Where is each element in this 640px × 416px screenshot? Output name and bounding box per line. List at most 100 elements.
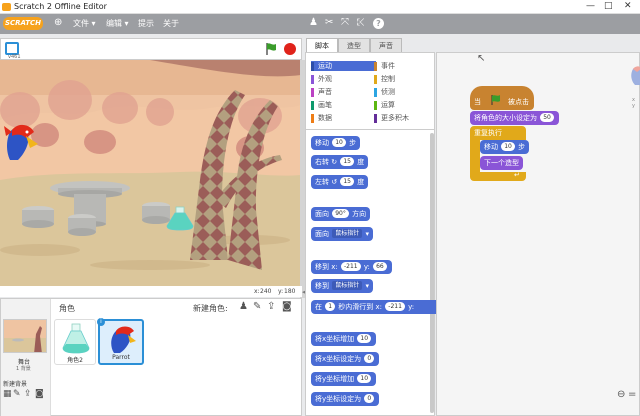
close-button[interactable]: ✕ <box>624 1 632 11</box>
block-input[interactable]: 66 <box>373 262 387 271</box>
grow-icon[interactable]: ⤧ <box>341 17 349 28</box>
palette-scrollbar[interactable] <box>430 133 434 413</box>
app-icon <box>2 3 11 11</box>
block-input[interactable]: 10 <box>332 138 346 147</box>
category-operators[interactable]: 运算 <box>374 100 395 110</box>
block-input[interactable]: -211 <box>340 262 361 271</box>
stage-info-bar: x: 240 y: 180 <box>0 286 302 297</box>
block-input[interactable]: 10 <box>357 374 372 383</box>
maximize-button[interactable]: □ <box>604 1 613 11</box>
hat-text: 当 <box>474 98 481 106</box>
block-input[interactable]: 0 <box>364 394 375 403</box>
y-label: y: <box>278 288 284 295</box>
block-point-direction[interactable]: 面向 90° 方向 <box>311 207 371 221</box>
window-title: Scratch 2 Offline Editor <box>14 2 107 11</box>
block-input[interactable]: 10 <box>501 142 515 151</box>
backdrop-camera-icon[interactable]: ◙ <box>35 389 44 399</box>
delete-icon[interactable]: ✂ <box>325 17 333 28</box>
category-more-blocks[interactable]: 更多积木 <box>374 113 409 123</box>
menu-tips[interactable]: 提示 <box>138 18 154 29</box>
block-turn-right[interactable]: 右转 ↻ 15 度 <box>311 155 369 169</box>
block-palette: 运动 事件 外观 控制 声音 侦测 画笔 运算 数据 更多积木 移动 10 步 … <box>305 52 443 416</box>
stage-backdrop-count: 1 背景 <box>16 366 31 372</box>
sprite-upload-icon[interactable]: ⇪ <box>267 301 275 312</box>
category-looks[interactable]: 外观 <box>311 74 332 84</box>
scratch-logo: SCRATCH <box>3 17 43 30</box>
hat-block-flag-clicked[interactable]: 当 被点击 <box>470 86 534 110</box>
stage-thumbnail[interactable] <box>3 319 47 353</box>
stage-backdrop <box>0 60 301 286</box>
block-input[interactable]: 15 <box>340 177 354 186</box>
block-input[interactable]: 15 <box>340 157 354 166</box>
backdrop-paint-icon[interactable]: ✎ <box>13 389 21 399</box>
sprite-tile-selected[interactable]: i Parrot <box>97 318 144 365</box>
category-data[interactable]: 数据 <box>311 113 332 123</box>
scripts-area[interactable]: ↖ xy 当 被点击 将角色的大小设定为 50 重复执行 ↵ 移动 10 步 下… <box>436 52 640 416</box>
zoom-out-icon[interactable]: ⊖ <box>617 389 625 400</box>
tab-scripts[interactable]: 脚本 <box>306 38 338 53</box>
hat-text: 被点击 <box>508 98 529 106</box>
rotate-right-icon: ↻ <box>331 158 338 166</box>
category-label: 侦测 <box>381 88 395 96</box>
block-set-size[interactable]: 将角色的大小设定为 50 <box>470 111 559 125</box>
sprite-library-icon[interactable]: ♟ <box>239 301 248 312</box>
category-sensing[interactable]: 侦测 <box>374 87 395 97</box>
category-label: 声音 <box>318 88 332 96</box>
menu-about[interactable]: 关于 <box>163 18 179 29</box>
block-goto-xy[interactable]: 移到 x: -211 y: 66 <box>311 260 392 274</box>
block-set-x[interactable]: 将x坐标设定为 0 <box>311 352 380 366</box>
mouse-cursor-icon: ↖ <box>477 53 486 64</box>
menu-edit[interactable]: 编辑 ▾ <box>106 18 129 29</box>
stage[interactable] <box>0 60 301 286</box>
block-input[interactable]: 1 <box>325 302 336 311</box>
block-goto[interactable]: 移到 鼠标指针 ▾ <box>311 279 373 293</box>
block-point-towards[interactable]: 面向 鼠标指针 ▾ <box>311 227 373 241</box>
sprite-info-icon[interactable]: i <box>97 318 105 326</box>
help-icon[interactable]: ? <box>373 18 384 29</box>
block-next-costume[interactable]: 下一个造型 <box>480 156 523 170</box>
rotate-left-icon: ↺ <box>331 178 338 186</box>
category-motion[interactable]: 运动 <box>311 61 376 71</box>
category-label: 画笔 <box>318 101 332 109</box>
category-label: 运算 <box>381 101 395 109</box>
block-move[interactable]: 移动 10 步 <box>480 140 530 154</box>
category-pen[interactable]: 画笔 <box>311 100 332 110</box>
loop-arrow-icon: ↵ <box>514 171 520 179</box>
block-turn-left[interactable]: 左转 ↺ 15 度 <box>311 175 369 189</box>
tab-sounds[interactable]: 声音 <box>370 38 402 53</box>
minimize-button[interactable]: — <box>586 1 595 11</box>
tab-costumes[interactable]: 造型 <box>338 38 370 53</box>
block-dropdown[interactable]: 鼠标指针 <box>332 281 363 290</box>
backdrop-library-icon[interactable]: ▦ <box>3 389 12 399</box>
category-sound[interactable]: 声音 <box>311 87 332 97</box>
block-change-y[interactable]: 将y坐标增加 10 <box>311 372 377 386</box>
block-input[interactable]: 50 <box>540 113 554 122</box>
sprite-camera-icon[interactable]: ◙ <box>282 301 292 312</box>
block-input[interactable]: 10 <box>357 334 372 343</box>
block-input[interactable]: -211 <box>385 302 405 311</box>
duplicate-icon[interactable]: ♟ <box>309 17 318 28</box>
block-set-y[interactable]: 将y坐标设定为 0 <box>311 392 380 406</box>
backdrop-upload-icon[interactable]: ⇪ <box>24 389 32 399</box>
sprite-tile[interactable]: 角色2 <box>54 319 96 365</box>
stop-icon[interactable] <box>284 43 296 55</box>
block-change-x[interactable]: 将x坐标增加 10 <box>311 332 377 346</box>
mouse-x-value: 240 <box>260 288 272 295</box>
category-control[interactable]: 控制 <box>374 74 395 84</box>
new-sprite-label: 新建角色: <box>193 304 228 313</box>
block-move[interactable]: 移动 10 步 <box>311 136 361 150</box>
globe-icon[interactable]: ⊕ <box>54 17 62 28</box>
shrink-icon[interactable]: ⤪ <box>357 17 365 28</box>
zoom-reset-icon[interactable]: = <box>628 389 636 400</box>
category-events[interactable]: 事件 <box>374 61 395 71</box>
category-label: 事件 <box>381 62 395 70</box>
menu-file[interactable]: 文件 ▾ <box>73 18 96 29</box>
sprite-paint-icon[interactable]: ✎ <box>253 301 261 312</box>
block-input[interactable]: 0 <box>364 354 375 363</box>
block-glide[interactable]: 在 1 秒内滑行到 x: -211 y: <box>311 300 443 314</box>
green-flag-icon[interactable] <box>264 42 278 56</box>
block-input[interactable]: 90° <box>332 209 349 218</box>
category-label: 更多积木 <box>381 114 409 122</box>
stage-thumbnail-image <box>4 320 46 352</box>
block-dropdown[interactable]: 鼠标指针 <box>332 229 363 238</box>
